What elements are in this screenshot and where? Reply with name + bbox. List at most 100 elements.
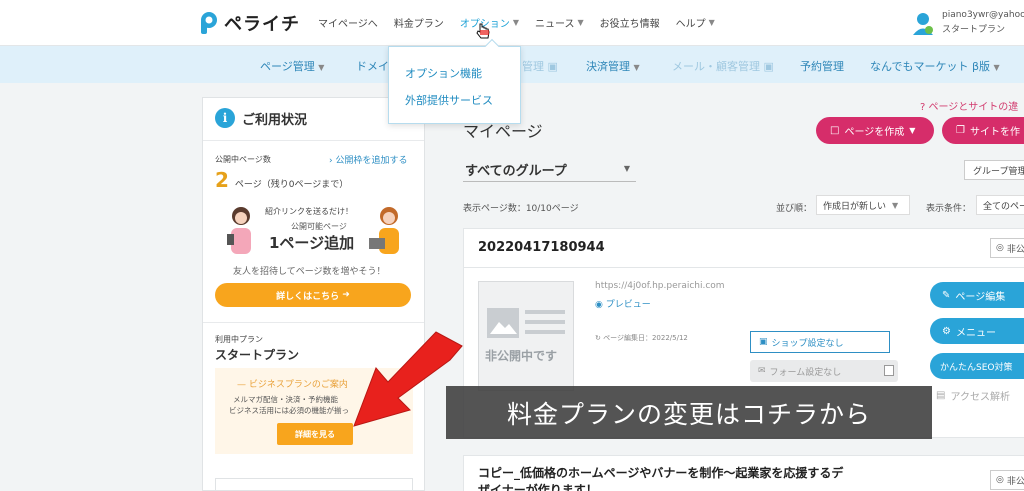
- chart-icon: ▤: [936, 390, 946, 401]
- eye-off-icon: ◎: [996, 475, 1004, 485]
- seo-button[interactable]: かんたんSEO対策: [930, 353, 1024, 379]
- nav-label: お役立ち情報: [599, 19, 660, 30]
- button-label: ショップ設定なし: [771, 338, 844, 349]
- button-label: ページを作成: [844, 127, 905, 138]
- subnav-label: ページ管理: [260, 60, 315, 73]
- private-toggle[interactable]: ◎ 非公: [990, 238, 1024, 258]
- button-label: 詳しくはこちら: [276, 291, 340, 302]
- button-label: 詳細を見る: [295, 429, 335, 439]
- subnav-payment[interactable]: 決済管理 ▼: [586, 58, 640, 74]
- subnav-page-manage[interactable]: ページ管理 ▼: [260, 58, 324, 74]
- referral-banner[interactable]: 紹介リンクを送るだけ！ 公開可能ページ 1ページ追加: [221, 202, 407, 258]
- page-thumbnail[interactable]: 非公開中です: [478, 281, 574, 391]
- subnav-manage-locked[interactable]: 管理 ▣: [522, 58, 558, 74]
- options-dropdown: オプション機能 外部提供サービス: [388, 38, 521, 124]
- page-vs-site-help-link[interactable]: ? ページとサイトの違: [920, 98, 1018, 113]
- nav-useful-info[interactable]: お役立ち情報: [600, 15, 660, 30]
- logo[interactable]: ペライチ: [200, 10, 300, 36]
- nav-label: マイページへ: [318, 19, 378, 30]
- usage-status-panel: i ご利用状況 公開中ページ数 › 公開枠を追加する 2 ページ（残り0ページま…: [202, 97, 425, 491]
- subnav-label: 決済管理: [586, 60, 630, 73]
- chevron-down-icon: ▼: [892, 200, 899, 210]
- edited-text: ページ編集日：2022/5/12: [603, 334, 688, 342]
- filter-value: 全てのペー: [983, 201, 1024, 212]
- add-publish-slot-link[interactable]: › 公開枠を追加する: [329, 153, 407, 166]
- hand-cursor-icon: [476, 23, 490, 39]
- document-icon: □: [830, 125, 840, 136]
- divider: [203, 322, 424, 323]
- image-placeholder-icon: [487, 308, 565, 338]
- group-select-value: すべてのグループ: [465, 164, 567, 179]
- logo-text: ペライチ: [224, 14, 300, 35]
- refresh-icon: ↻: [595, 334, 601, 342]
- filter-select[interactable]: 全てのペー: [976, 195, 1024, 215]
- filter-label: 表示条件：: [926, 204, 972, 214]
- nav-news[interactable]: ニュース ▼: [535, 15, 584, 30]
- info-icon: i: [215, 108, 235, 128]
- plan-label: 利用中プラン: [215, 335, 263, 344]
- divider: [464, 267, 1024, 268]
- subnav-market[interactable]: なんでもマーケット β版 ▼: [870, 58, 1000, 74]
- woman-laptop-illustration-icon: [369, 207, 399, 254]
- banner-line2: 公開可能ページ: [291, 222, 347, 231]
- edited-date: ↻ ページ編集日：2022/5/12: [595, 333, 688, 343]
- button-label: サイトを作: [969, 127, 1020, 138]
- lock-icon: ▣: [547, 60, 558, 73]
- page-card-2: コピー_低価格のホームページやバナーを制作～起業家を応援するデ ザイナーが作りま…: [463, 455, 1024, 491]
- chevron-down-icon: ▼: [577, 18, 584, 27]
- button-label: ページ編集: [955, 291, 1006, 303]
- page-url[interactable]: https://4j0of.hp.peraichi.com: [595, 281, 725, 291]
- panel-title: ご利用状況: [242, 112, 308, 128]
- create-page-button[interactable]: □ ページを作成 ▼: [816, 117, 934, 144]
- subnav-mail-customer[interactable]: メール・顧客管理 ▣: [672, 58, 774, 74]
- button-label: アクセス解析: [950, 392, 1010, 403]
- nav-help[interactable]: ヘルプ ▼: [676, 15, 715, 30]
- page-count-text: 表示ページ数：10/10ページ: [463, 204, 579, 214]
- group-manage-button[interactable]: グループ管理: [964, 160, 1024, 180]
- site-icon: ❐: [956, 125, 965, 136]
- nav-mypage[interactable]: マイページへ: [318, 15, 378, 30]
- subnav-domain[interactable]: ドメイ: [356, 58, 389, 74]
- button-label: フォーム設定なし: [769, 367, 842, 378]
- page-count-number: 2: [215, 168, 229, 192]
- biz-desc2: ビジネス活用には必須の機能が揃っ: [229, 406, 349, 415]
- divider: [203, 140, 424, 141]
- nav-pricing[interactable]: 料金プラン: [394, 15, 444, 30]
- details-button[interactable]: 詳しくはこちら ➜: [215, 283, 411, 307]
- sort-select[interactable]: 作成日が新しい ▼: [816, 195, 910, 215]
- edit-page-button[interactable]: ✎ ページ編集: [930, 282, 1024, 308]
- form-settings-button[interactable]: ✉ フォーム設定なし: [750, 360, 898, 382]
- group-select[interactable]: すべてのグループ ▼: [463, 158, 636, 182]
- subnav-label: なんでもマーケット β版: [870, 60, 990, 73]
- shop-settings-button[interactable]: ▣ ショップ設定なし: [750, 331, 890, 353]
- invite-text: 友人を招待してページ数を増やそう！: [233, 267, 386, 277]
- link-label: プレビュー: [605, 300, 651, 310]
- private-stamp: 非公開中です: [485, 349, 558, 363]
- private-label: 非公: [1006, 476, 1024, 487]
- subnav-label: メール・顧客管理: [672, 60, 760, 73]
- page-count-unit: ページ（残り0ページまで）: [234, 180, 349, 190]
- top-header: ペライチ マイページへ 料金プラン オプション ▼ ニュース ▼ お役立ち情報 ヘル…: [0, 0, 1024, 46]
- chevron-down-icon: ▼: [512, 18, 519, 27]
- subnav-reservation[interactable]: 予約管理: [800, 58, 844, 74]
- eye-icon: ◉: [595, 300, 603, 310]
- published-pages-label: 公開中ページ数: [215, 155, 271, 164]
- banner-line3: 1ページ追加: [269, 234, 355, 252]
- top-nav: マイページへ 料金プラン オプション ▼ ニュース ▼ お役立ち情報 ヘルプ ▼: [318, 15, 715, 30]
- avatar: [913, 13, 933, 35]
- preview-link[interactable]: ◉ プレビュー: [595, 297, 651, 310]
- menu-button[interactable]: ⚙ メニュー: [930, 318, 1024, 344]
- link-label: ページとサイトの違: [928, 102, 1019, 113]
- arrow-right-icon: ➜: [342, 290, 350, 300]
- lock-icon: [884, 365, 894, 376]
- user-menu[interactable]: piano3ywr@yahoo.c スタートプラン: [910, 8, 1024, 38]
- create-site-button[interactable]: ❐ サイトを作: [942, 117, 1024, 144]
- pencil-icon: ✎: [942, 289, 951, 301]
- dropdown-item-option-features[interactable]: オプション機能: [405, 65, 482, 81]
- dropdown-item-external-services[interactable]: 外部提供サービス: [405, 92, 493, 108]
- nav-label: 料金プラン: [393, 19, 444, 30]
- private-toggle[interactable]: ◎ 非公: [990, 470, 1024, 490]
- access-analysis-button[interactable]: ▤ アクセス解析: [936, 388, 1010, 403]
- chevron-down-icon: ▼: [993, 63, 1000, 72]
- red-arrow-annotation-icon: [353, 331, 463, 427]
